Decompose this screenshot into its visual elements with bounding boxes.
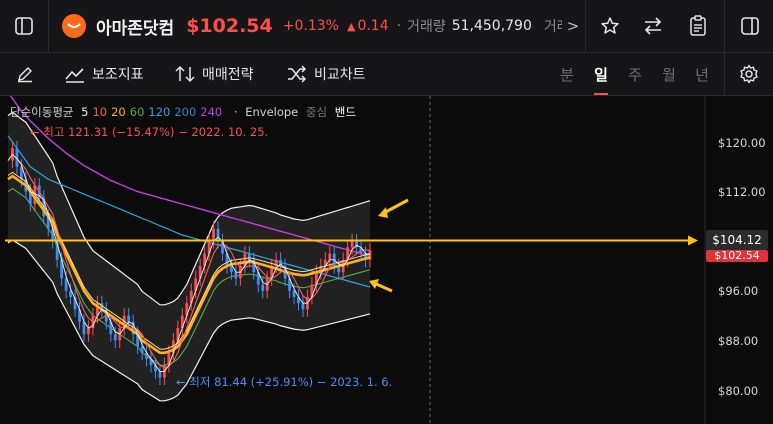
indicator-button[interactable]: 보조지표 (64, 53, 144, 95)
stock-name: 아마존닷컴 (96, 18, 175, 39)
change-up-icon: ▲ (346, 19, 356, 33)
strategy-button[interactable]: 매매전략 (174, 53, 254, 95)
candle-body (140, 346, 144, 353)
candle-body (301, 303, 305, 310)
period-day-tab[interactable]: 일 (589, 53, 613, 95)
sidebar-icon (15, 17, 33, 35)
candle-body (158, 371, 162, 378)
sidebar-toggle-button[interactable] (0, 0, 48, 52)
switch-button[interactable] (635, 0, 671, 52)
stock-price: $102.54 (186, 15, 273, 37)
period-week-tab[interactable]: 주 (623, 53, 647, 95)
swap-arrows-icon (644, 17, 662, 35)
drawing-tool-button[interactable] (12, 53, 38, 95)
compare-label: 비교차트 (314, 67, 366, 83)
legend-prefix: 단순이동평균 (10, 105, 74, 119)
sort-arrows-icon (175, 65, 195, 83)
gear-icon (740, 64, 758, 84)
legend-ma-120: 120 (148, 105, 171, 119)
ticker-info[interactable]: 아마존닷컴 $102.54 +0.13% ▲ 0.14 · 거래량 51,450… (62, 0, 580, 52)
high-annotation: ← 최고 121.31 (−15.47%) − 2022. 10. 25. (30, 125, 269, 139)
separator-dot: · (396, 18, 402, 34)
y-axis-label: $112.00 (718, 185, 766, 199)
legend-separator: · (233, 105, 238, 119)
legend-band: 밴드 (334, 105, 356, 119)
candle-body (212, 228, 215, 242)
legend-ma-5: 5 (81, 105, 89, 119)
low-annotation: ← 최저 81.44 (+25.91%) − 2023. 1. 6. (176, 375, 393, 389)
legend-ma-240: 240 (200, 105, 223, 119)
yellow-arrowhead-top (378, 207, 388, 218)
chart-line-icon (65, 68, 84, 83)
candle-body (328, 253, 332, 260)
y-axis-label: $80.00 (718, 384, 759, 398)
favorite-button[interactable] (592, 0, 628, 52)
candle-body (234, 272, 238, 279)
legend-ma-60: 60 (129, 105, 145, 119)
period-minute-tab[interactable]: 분 (555, 53, 579, 95)
top-bar: 아마존닷컴 $102.54 +0.13% ▲ 0.14 · 거래량 51,450… (0, 0, 773, 53)
legend-center: 중심 (305, 105, 328, 119)
envelope-band-fill (8, 112, 370, 401)
candle-body (113, 334, 117, 341)
amazon-logo-icon (62, 14, 86, 38)
legend-ma-10: 10 (92, 105, 108, 119)
period-year-tab[interactable]: 년 (690, 53, 714, 95)
crosshair-price-tag: $104.12 (706, 230, 768, 250)
candle-body (216, 228, 220, 242)
chart-settings-button[interactable] (736, 53, 762, 95)
clipboard-icon (690, 15, 706, 36)
star-icon (601, 17, 619, 34)
notes-button[interactable] (680, 0, 716, 52)
candle-body (261, 284, 265, 291)
shuffle-icon (288, 65, 307, 83)
candle-body (230, 266, 233, 273)
candle-body (350, 241, 354, 248)
candle-body (127, 315, 131, 322)
y-axis-label: $88.00 (718, 334, 759, 348)
period-month-tab[interactable]: 월 (657, 53, 681, 95)
volume-value: 51,450,790 (451, 18, 532, 34)
right-panel-toggle-button[interactable] (727, 0, 773, 52)
candle-body (247, 253, 251, 260)
chevron-right-icon: > (566, 17, 580, 35)
change-percent: +0.13% (282, 18, 339, 34)
pencil-icon (18, 67, 32, 83)
legend-ma-values: 5 10 20 60 120 200 240 (81, 105, 226, 119)
legend-envelope: Envelope (245, 105, 299, 119)
change-amount: 0.14 (357, 18, 389, 34)
indicator-label: 보조지표 (92, 67, 144, 83)
divider (724, 0, 725, 52)
legend-ma-20: 20 (111, 105, 126, 119)
strategy-label: 매매전략 (202, 67, 254, 83)
panel-right-icon (741, 17, 759, 35)
candle-body (292, 290, 296, 297)
horizontal-line-arrowhead (688, 235, 698, 246)
current-price-tag: $102.54 (706, 250, 768, 262)
legend-ma-200: 200 (174, 105, 197, 119)
active-period-indicator (594, 93, 608, 95)
ticker-more-button[interactable]: > (562, 0, 584, 52)
indicator-legend: 단순이동평균 5 10 20 60 120 200 240 · Envelope 중심 밴드 (10, 104, 360, 120)
divider (724, 53, 725, 95)
divider (585, 0, 586, 52)
compare-button[interactable]: 비교차트 (286, 53, 366, 95)
volume-label: 거래량 (407, 19, 446, 35)
y-axis-label: $120.00 (718, 136, 766, 150)
y-axis-label: $96.00 (718, 284, 759, 298)
candle-body (87, 328, 90, 335)
divider (48, 0, 49, 52)
